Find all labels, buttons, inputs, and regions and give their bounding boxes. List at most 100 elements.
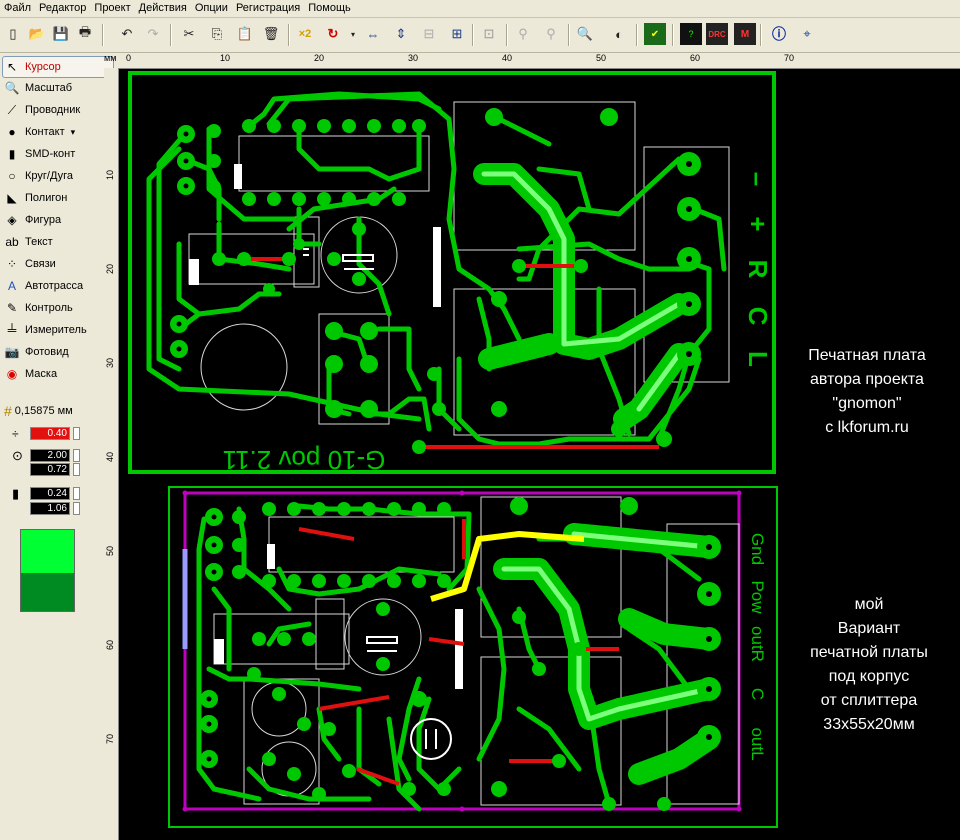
open-folder-icon[interactable]: 📂 bbox=[26, 23, 48, 45]
duplicate-icon[interactable]: ×2 bbox=[294, 23, 316, 45]
tool-autoroute[interactable]: A Автотрасса bbox=[3, 276, 113, 296]
tool-pad[interactable]: ● Контакт ▾ bbox=[3, 122, 113, 142]
new-file-icon[interactable]: ▯ bbox=[2, 23, 24, 45]
tool-photo[interactable]: 📷 Фотовид bbox=[3, 342, 113, 362]
clearance-a-field[interactable]: 0.24 bbox=[30, 487, 70, 500]
clearance-b-field[interactable]: 1.06 bbox=[30, 502, 70, 515]
ruler-tick-label: 60 bbox=[690, 53, 701, 63]
toolbar-separator bbox=[568, 24, 570, 46]
photo-icon: 📷 bbox=[4, 345, 20, 359]
pad-outer-spinner[interactable] bbox=[73, 449, 80, 462]
lock-icon[interactable]: ⚲ bbox=[512, 23, 534, 45]
menu-item[interactable]: Действия bbox=[135, 0, 191, 17]
macro-icon[interactable]: M bbox=[734, 23, 756, 45]
redo-icon[interactable]: ↷ bbox=[142, 23, 164, 45]
note-line: под корпус bbox=[828, 668, 910, 685]
layer-contrast-icon[interactable]: ◐ bbox=[608, 23, 630, 45]
ruler-tick-label: 40 bbox=[502, 53, 513, 63]
tool-circle[interactable]: ○ Круг/Дуга bbox=[3, 166, 113, 186]
rotate-icon[interactable]: ↻ bbox=[322, 23, 344, 45]
rotate-menu-chevron-down-icon[interactable]: ▾ bbox=[342, 23, 364, 45]
chevron-down-icon[interactable]: ▾ bbox=[71, 127, 76, 138]
tool-ruler[interactable]: ╧ Измеритель bbox=[3, 320, 113, 340]
clearance-b-param[interactable]: 1.06 bbox=[8, 502, 80, 515]
ic-outline bbox=[268, 516, 455, 573]
layer-color-top-swatch[interactable] bbox=[20, 529, 75, 574]
shape-icon: ◈ bbox=[7, 213, 17, 227]
pad-outer-param[interactable]: ⊙ 2.00 bbox=[8, 448, 80, 463]
mask-icon: ◉ bbox=[6, 367, 18, 381]
ruler-tick-label: 30 bbox=[408, 53, 419, 63]
tool-label: Проводник bbox=[25, 104, 81, 116]
magnifier-icon[interactable]: 🔍 bbox=[574, 23, 596, 45]
align-icon[interactable]: ⊟ bbox=[418, 23, 440, 45]
tool-text[interactable]: ab Текст bbox=[3, 232, 113, 252]
layer-color-bottom-swatch[interactable] bbox=[20, 573, 75, 612]
ruler-tick-label: 20 bbox=[105, 263, 116, 275]
pcb-canvas[interactable]: G-10 pov 2.11 – + R C L Gnd Pow outR C o… bbox=[119, 69, 960, 840]
toolbar-separator bbox=[672, 24, 674, 46]
pad-inner-field[interactable]: 0.72 bbox=[30, 463, 70, 476]
menu-item[interactable]: Редактор bbox=[35, 0, 90, 17]
menu-item[interactable]: Регистрация bbox=[232, 0, 304, 17]
menu-item[interactable]: Опции bbox=[191, 0, 232, 17]
toolbar-separator bbox=[288, 24, 290, 46]
group-icon[interactable]: ⊡ bbox=[478, 23, 500, 45]
bottom-board bbox=[168, 486, 778, 828]
check-icon: ✎ bbox=[6, 301, 18, 315]
tool-check[interactable]: ✎ Контроль bbox=[3, 298, 113, 318]
grid-size[interactable]: # 0,15875 мм bbox=[4, 403, 73, 419]
drc-icon[interactable]: DRC bbox=[706, 23, 728, 45]
pad-inner-param[interactable]: 0.72 bbox=[8, 463, 80, 476]
delete-icon[interactable]: 🗑 bbox=[260, 23, 282, 45]
tool-shape[interactable]: ◈ Фигура bbox=[3, 210, 113, 230]
tool-label: Круг/Дуга bbox=[25, 170, 74, 182]
save-icon[interactable]: 💾 bbox=[50, 23, 72, 45]
test-icon[interactable]: ? bbox=[680, 23, 702, 45]
copy-icon[interactable]: ⎘ bbox=[206, 23, 228, 45]
menu-item[interactable]: Проект bbox=[90, 0, 134, 17]
track-width-param[interactable]: ÷ 0.40 bbox=[8, 427, 80, 441]
track-width-spinner[interactable] bbox=[73, 427, 80, 440]
pad-inner-spinner[interactable] bbox=[73, 463, 80, 476]
author-board-note: Печатная плата автора проекта "gnomon" с lk… bbox=[774, 344, 960, 440]
ruler-unit: мм bbox=[104, 53, 117, 63]
tool-cursor[interactable]: ↖ Курсор bbox=[2, 56, 114, 78]
menu-item[interactable]: Файл bbox=[0, 0, 35, 17]
pad-icon: ● bbox=[8, 125, 16, 139]
unlock-icon[interactable]: ⚲ bbox=[540, 23, 562, 45]
circle-icon: ○ bbox=[8, 169, 16, 183]
menu-item[interactable]: Помощь bbox=[304, 0, 355, 17]
undo-icon[interactable]: ↶ bbox=[116, 23, 138, 45]
tool-label: Контакт bbox=[25, 126, 65, 138]
crosshair-icon[interactable]: ⌖ bbox=[796, 23, 818, 45]
tool-track[interactable]: ⟋ Проводник bbox=[3, 100, 113, 120]
info-icon[interactable]: ⓘ bbox=[768, 23, 790, 45]
resistor-mark bbox=[214, 639, 224, 664]
ruler-tick-label: 50 bbox=[105, 545, 116, 557]
ruler-vertical: 10 20 30 40 50 60 70 bbox=[104, 68, 119, 840]
tool-smd[interactable]: ▮ SMD-конт bbox=[3, 144, 113, 164]
ruler-tick-label: 0 bbox=[126, 53, 132, 63]
center-icon[interactable]: ⊞ bbox=[446, 23, 468, 45]
track-width-field[interactable]: 0.40 bbox=[30, 427, 70, 440]
note-line: с lkforum.ru bbox=[825, 419, 909, 436]
autoroute-tool-icon[interactable]: ✔ bbox=[644, 23, 666, 45]
ruler-tick-label: 10 bbox=[105, 169, 116, 181]
mirror-horizontal-icon[interactable]: ⇔ bbox=[362, 23, 384, 45]
mirror-vertical-icon[interactable]: ⇕ bbox=[390, 23, 412, 45]
tool-mask[interactable]: ◉ Маска bbox=[3, 364, 113, 384]
clearance-a-spinner[interactable] bbox=[73, 487, 80, 500]
cut-icon[interactable]: ✂ bbox=[178, 23, 200, 45]
paste-icon[interactable]: 📋 bbox=[234, 23, 256, 45]
tool-zoom[interactable]: 🔍 Масштаб bbox=[3, 78, 113, 98]
toolbar-separator bbox=[636, 24, 638, 46]
resistor-mark bbox=[189, 259, 199, 285]
tool-connections[interactable]: ⁘ Связи bbox=[3, 254, 113, 274]
clearance-b-spinner[interactable] bbox=[73, 502, 80, 515]
pad-outer-field[interactable]: 2.00 bbox=[30, 449, 70, 462]
print-icon[interactable]: 🖶 bbox=[74, 23, 96, 45]
tool-polygon[interactable]: ◣ Полигон bbox=[3, 188, 113, 208]
autoroute-icon: A bbox=[7, 279, 16, 293]
clearance-a-param[interactable]: ▮ 0.24 bbox=[8, 486, 80, 501]
